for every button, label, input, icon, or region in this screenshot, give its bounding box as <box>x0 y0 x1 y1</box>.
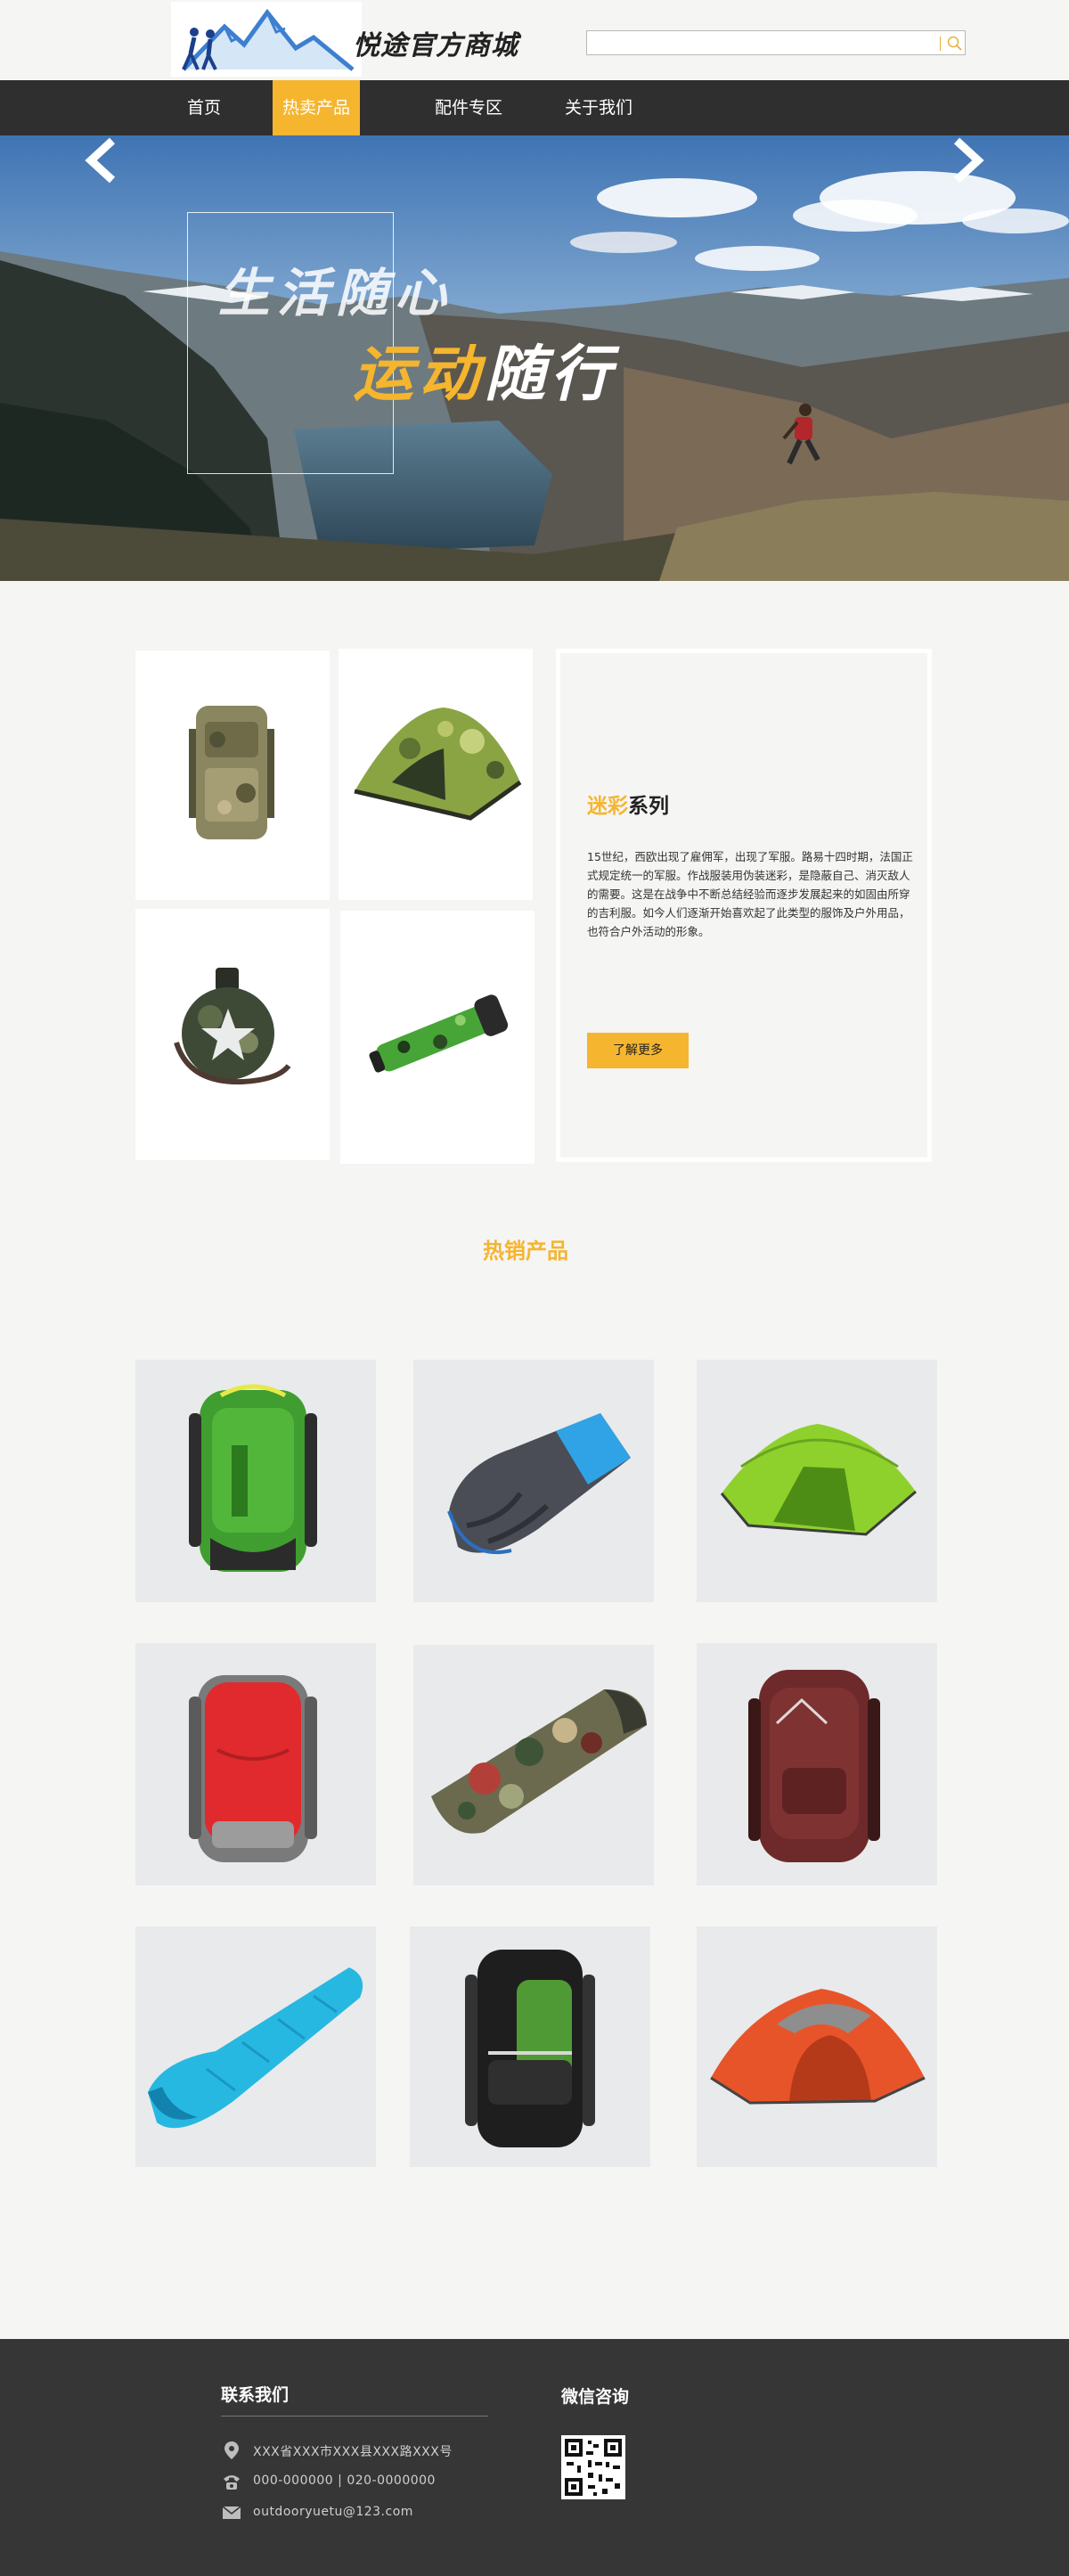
slogan-rest: 随行 <box>485 339 617 410</box>
camo-flashlight-tile[interactable] <box>340 911 534 1164</box>
blue-sleeping-bag-image <box>447 1413 631 1555</box>
maroon-backpack-image <box>748 1670 880 1862</box>
site-header: 悦途官方商城 <box>0 0 1069 80</box>
nav-item-hot-products[interactable]: 热卖产品 <box>273 80 360 135</box>
camo-backpack-image <box>189 706 274 839</box>
camo-flashlight-image <box>369 994 509 1073</box>
product-card-red-backpack[interactable] <box>135 1643 376 1885</box>
camo-canteen-image <box>174 968 291 1085</box>
search-box <box>586 30 966 55</box>
red-backpack-image <box>189 1675 317 1862</box>
product-card-green-tent[interactable] <box>697 1360 937 1602</box>
slogan-line2: 运动随行 <box>353 324 616 413</box>
product-card-blue-sleeping-bag[interactable] <box>413 1360 654 1602</box>
product-card-orange-tent[interactable] <box>697 1926 937 2167</box>
learn-more-button[interactable]: 了解更多 <box>587 1033 689 1068</box>
qr-code-icon <box>561 2435 625 2499</box>
camo-sleeping-bag-image <box>431 1689 647 1834</box>
cyan-sleeping-bag-image <box>148 1967 363 2129</box>
camo-tent-image <box>354 707 522 821</box>
camo-series-title: 迷彩系列 <box>587 789 669 819</box>
hot-products-title: 热销产品 <box>483 1239 568 1263</box>
search-divider <box>940 37 941 51</box>
logo[interactable] <box>171 2 362 77</box>
contact-address: XXX省XXX市XXX县XXX路XXX号 <box>253 2445 453 2459</box>
contact-title: 联系我们 <box>221 2385 290 2405</box>
phone-icon <box>224 2475 240 2490</box>
contact-phone: 000-000000 | 020-0000000 <box>253 2474 436 2488</box>
camo-title-rest: 系列 <box>628 795 669 818</box>
product-card-maroon-backpack[interactable] <box>697 1643 937 1885</box>
wechat-title: 微信咨询 <box>561 2387 630 2407</box>
camo-tent-tile[interactable] <box>339 649 533 900</box>
hero-banner: 生活随心 运动随行 <box>0 135 1069 581</box>
search-input[interactable] <box>587 31 940 54</box>
camo-series-panel: 迷彩系列 15世纪，西欧出现了雇佣军，出现了军服。路易十四时期，法国正式规定统一… <box>556 649 932 1162</box>
contact-divider <box>221 2416 488 2417</box>
nav-item-home[interactable]: 首页 <box>169 80 239 135</box>
product-card-cyan-sleeping-bag[interactable] <box>135 1926 376 2167</box>
black-green-backpack-image <box>465 1950 595 2147</box>
location-pin-icon <box>224 2441 239 2459</box>
site-title: 悦途官方商城 <box>353 30 518 61</box>
camo-series-description: 15世纪，西欧出现了雇佣军，出现了军服。路易十四时期，法国正式规定统一的军服。作… <box>587 850 913 938</box>
wechat-qr-code[interactable] <box>561 2435 625 2499</box>
contact-email[interactable]: outdooryuetu@123.com <box>253 2505 413 2519</box>
mail-icon <box>222 2506 241 2519</box>
camo-title-highlight: 迷彩 <box>587 795 628 818</box>
green-backpack-image <box>189 1384 317 1572</box>
slogan-highlight: 运动 <box>353 339 486 410</box>
camo-canteen-tile[interactable] <box>135 909 330 1160</box>
search-icon[interactable] <box>943 33 965 54</box>
product-card-camo-sleeping-bag[interactable] <box>413 1645 654 1885</box>
orange-tent-image <box>710 1989 926 2105</box>
site-footer: 联系我们 XXX省XXX市XXX县XXX路XXX号 000-000000 | 0… <box>0 2339 1069 2576</box>
chevron-left-icon[interactable] <box>82 135 121 185</box>
nav-item-about-us[interactable]: 关于我们 <box>554 80 643 135</box>
camo-backpack-tile[interactable] <box>135 650 330 900</box>
main-nav: 首页 热卖产品 配件专区 关于我们 <box>0 80 1069 135</box>
product-card-black-green-backpack[interactable] <box>410 1926 650 2167</box>
nav-item-accessories[interactable]: 配件专区 <box>424 80 513 135</box>
mountain-logo-icon <box>171 2 362 77</box>
slogan-line1: 生活随心 <box>218 263 454 323</box>
chevron-right-icon[interactable] <box>948 135 987 185</box>
green-tent-image <box>720 1424 917 1536</box>
product-card-green-backpack[interactable] <box>135 1360 376 1602</box>
